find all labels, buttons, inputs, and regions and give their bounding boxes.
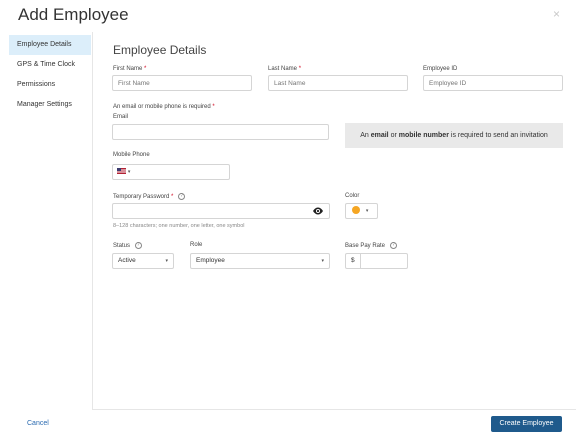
employee-id-input[interactable]: [423, 75, 563, 91]
help-icon[interactable]: ?: [178, 193, 186, 200]
color-picker[interactable]: ▾: [345, 203, 378, 219]
chevron-down-icon: ▾: [365, 208, 369, 214]
status-label: Status ?: [113, 242, 142, 249]
currency-symbol: $: [351, 257, 355, 264]
sidebar-item-permissions[interactable]: Permissions: [9, 75, 91, 95]
last-name-label: Last Name *: [268, 66, 302, 72]
create-employee-button[interactable]: Create Employee: [491, 416, 562, 432]
help-icon[interactable]: ?: [134, 242, 142, 249]
role-select[interactable]: Employee ▾: [190, 253, 330, 269]
required-mark: *: [212, 104, 215, 110]
required-mark: *: [144, 66, 147, 72]
close-icon[interactable]: ×: [553, 7, 560, 21]
chevron-down-icon: ▾: [165, 258, 168, 264]
main-panel: Employee Details First Name * Last Name …: [93, 32, 576, 409]
base-pay-rate-label: Base Pay Rate ?: [345, 242, 397, 249]
mobile-phone-input[interactable]: ▾: [112, 164, 230, 180]
role-label: Role: [190, 242, 203, 248]
footer-divider: [92, 409, 576, 410]
status-select[interactable]: Active ▾: [112, 253, 174, 269]
email-field[interactable]: [112, 124, 329, 140]
required-mark: *: [298, 66, 302, 72]
invitation-info-box: An email or mobile number is required to…: [345, 123, 563, 148]
currency-divider: [360, 254, 361, 268]
base-pay-rate-input[interactable]: $: [345, 253, 408, 269]
cancel-button[interactable]: Cancel: [27, 420, 49, 427]
chevron-down-icon: ▾: [321, 258, 324, 264]
sidebar-item-gps-time-clock[interactable]: GPS & Time Clock: [9, 55, 91, 75]
modal-header: Add Employee ×: [0, 0, 576, 32]
sidebar-item-manager-settings[interactable]: Manager Settings: [9, 95, 91, 115]
employee-id-label: Employee ID: [423, 66, 458, 72]
sidebar-item-employee-details[interactable]: Employee Details: [9, 35, 91, 55]
password-hint: 8–128 characters; one number, one letter…: [113, 223, 245, 229]
email-label: Email: [113, 114, 129, 120]
contact-required-note: An email or mobile phone is required *: [113, 104, 215, 110]
chevron-down-icon[interactable]: ▾: [128, 169, 131, 175]
us-flag-icon[interactable]: [117, 167, 126, 174]
color-swatch: [352, 206, 360, 215]
required-mark: *: [171, 194, 174, 201]
modal-title: Add Employee: [18, 5, 129, 24]
first-name-label: First Name *: [113, 66, 147, 72]
temporary-password-label: Temporary Password * ?: [113, 193, 186, 201]
mobile-phone-label: Mobile Phone: [113, 152, 150, 158]
sidebar: Employee Details GPS & Time Clock Permis…: [9, 35, 91, 115]
color-label: Color: [345, 193, 360, 199]
first-name-input[interactable]: [112, 75, 252, 91]
section-title: Employee Details: [113, 43, 207, 57]
help-icon[interactable]: ?: [389, 242, 397, 249]
eye-icon[interactable]: [312, 207, 324, 215]
last-name-input[interactable]: [268, 75, 408, 91]
temporary-password-input[interactable]: [112, 203, 330, 219]
